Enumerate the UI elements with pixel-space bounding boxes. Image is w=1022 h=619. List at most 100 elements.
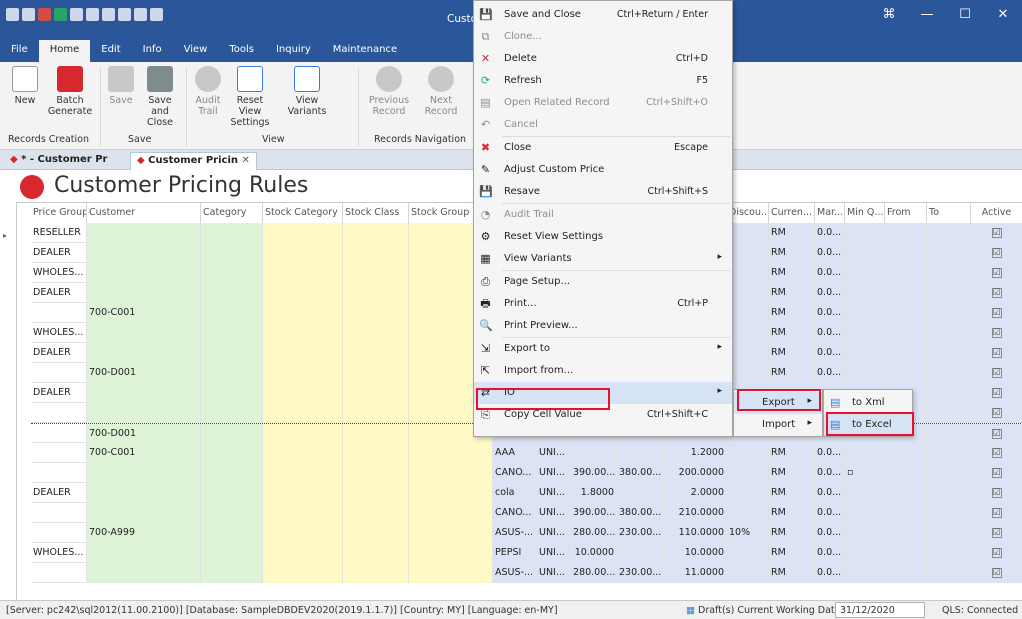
- table-cell[interactable]: [201, 483, 263, 503]
- active-checkbox[interactable]: ☑: [991, 288, 1002, 298]
- table-cell[interactable]: [885, 543, 927, 563]
- working-date-field[interactable]: 31/12/2020: [835, 602, 925, 618]
- table-cell[interactable]: [263, 263, 343, 283]
- table-cell[interactable]: 210.0000: [663, 503, 727, 523]
- table-cell[interactable]: RM: [769, 463, 815, 483]
- close-button[interactable]: ✕: [984, 0, 1022, 30]
- table-cell[interactable]: [343, 424, 409, 444]
- table-cell[interactable]: [727, 543, 769, 563]
- active-checkbox[interactable]: ☑: [991, 548, 1002, 558]
- save-button[interactable]: Save: [106, 66, 136, 106]
- table-cell[interactable]: 700-A999: [87, 523, 201, 543]
- table-cell[interactable]: [927, 243, 971, 263]
- table-cell[interactable]: [201, 323, 263, 343]
- menu-item-cancel[interactable]: ↶ Cancel: [474, 114, 732, 136]
- undo-icon[interactable]: [150, 8, 163, 21]
- table-cell[interactable]: [263, 483, 343, 503]
- table-cell[interactable]: [727, 283, 769, 303]
- table-cell[interactable]: DEALER: [31, 343, 87, 363]
- table-cell[interactable]: [409, 503, 493, 523]
- export-icon[interactable]: [134, 8, 147, 21]
- table-cell[interactable]: [263, 443, 343, 463]
- table-cell[interactable]: [263, 243, 343, 263]
- table-cell[interactable]: [885, 343, 927, 363]
- table-cell[interactable]: [263, 323, 343, 343]
- table-cell[interactable]: RM: [769, 243, 815, 263]
- table-cell[interactable]: [31, 403, 87, 423]
- table-cell[interactable]: [31, 363, 87, 383]
- table-cell[interactable]: [31, 303, 87, 323]
- table-cell[interactable]: [409, 543, 493, 563]
- table-cell[interactable]: DEALER: [31, 383, 87, 403]
- new-button[interactable]: New: [8, 66, 42, 106]
- table-row[interactable]: CANO... UNI... 390.00... 380.00... 200.0000 R…: [31, 463, 1022, 483]
- table-cell[interactable]: [201, 383, 263, 403]
- tab-view[interactable]: View: [173, 40, 219, 62]
- tab-info[interactable]: Info: [132, 40, 173, 62]
- table-cell[interactable]: CANO...: [493, 463, 537, 483]
- table-cell[interactable]: [927, 483, 971, 503]
- table-cell[interactable]: ☑: [971, 563, 1022, 583]
- table-cell[interactable]: [201, 343, 263, 363]
- table-cell[interactable]: [201, 503, 263, 523]
- menu-item-to-xml[interactable]: ▤ to Xml: [824, 392, 912, 414]
- table-cell[interactable]: [343, 403, 409, 423]
- table-cell[interactable]: ☑: [971, 343, 1022, 363]
- table-cell[interactable]: ☑: [971, 383, 1022, 403]
- table-cell[interactable]: [927, 223, 971, 243]
- column-header[interactable]: Price Group: [31, 203, 87, 223]
- table-cell[interactable]: [845, 563, 885, 583]
- new-icon[interactable]: [70, 8, 83, 21]
- tab-edit[interactable]: Edit: [90, 40, 131, 62]
- tab-tools[interactable]: Tools: [218, 40, 265, 62]
- table-cell[interactable]: [263, 283, 343, 303]
- table-cell[interactable]: [343, 223, 409, 243]
- table-cell[interactable]: [263, 363, 343, 383]
- table-cell[interactable]: UNI...: [537, 563, 571, 583]
- table-cell[interactable]: [87, 563, 201, 583]
- table-cell[interactable]: UNI...: [537, 443, 571, 463]
- table-cell[interactable]: [263, 463, 343, 483]
- table-cell[interactable]: [927, 263, 971, 283]
- menu-item-close[interactable]: ✖ Close Escape: [474, 137, 732, 159]
- table-cell[interactable]: [885, 363, 927, 383]
- table-cell[interactable]: [927, 523, 971, 543]
- table-cell[interactable]: [343, 283, 409, 303]
- table-cell[interactable]: [201, 303, 263, 323]
- table-cell[interactable]: [617, 483, 663, 503]
- table-cell[interactable]: 0.0...: [815, 283, 845, 303]
- table-cell[interactable]: 380.00...: [617, 463, 663, 483]
- active-checkbox[interactable]: ☑: [991, 348, 1002, 358]
- table-cell[interactable]: ☑: [971, 363, 1022, 383]
- tab-maintenance[interactable]: Maintenance: [322, 40, 408, 62]
- table-cell[interactable]: 700-C001: [87, 303, 201, 323]
- table-cell[interactable]: RM: [769, 263, 815, 283]
- table-cell[interactable]: RM: [769, 343, 815, 363]
- table-cell[interactable]: [927, 563, 971, 583]
- table-cell[interactable]: 0.0...: [815, 523, 845, 543]
- menu-item-delete[interactable]: ✕ Delete Ctrl+D: [474, 48, 732, 70]
- table-cell[interactable]: 0.0...: [815, 503, 845, 523]
- table-cell[interactable]: [845, 363, 885, 383]
- table-cell[interactable]: [727, 443, 769, 463]
- table-cell[interactable]: 390.00...: [571, 463, 617, 483]
- next-record-button[interactable]: Next Record: [416, 66, 466, 117]
- table-cell[interactable]: [201, 443, 263, 463]
- table-cell[interactable]: [343, 443, 409, 463]
- table-cell[interactable]: 11.0000: [663, 563, 727, 583]
- menu-item-page-setup[interactable]: ⎙ Page Setup...: [474, 271, 732, 293]
- pin-button[interactable]: ⌘: [870, 0, 908, 30]
- table-cell[interactable]: 0.0...: [815, 243, 845, 263]
- table-cell[interactable]: 0.0...: [815, 263, 845, 283]
- table-cell[interactable]: [885, 303, 927, 323]
- table-cell[interactable]: 0.0...: [815, 343, 845, 363]
- table-cell[interactable]: PEPSI: [493, 543, 537, 563]
- menu-item-save-and-close[interactable]: 💾 Save and Close Ctrl+Return / Enter: [474, 4, 732, 26]
- column-header[interactable]: Discou...: [727, 203, 769, 223]
- table-cell[interactable]: [201, 523, 263, 543]
- column-header[interactable]: Curren...: [769, 203, 815, 223]
- table-cell[interactable]: [263, 543, 343, 563]
- active-checkbox[interactable]: ☑: [991, 528, 1002, 538]
- column-header[interactable]: Mar...: [815, 203, 845, 223]
- table-row[interactable]: CANO... UNI... 390.00... 380.00... 210.0000 R…: [31, 503, 1022, 523]
